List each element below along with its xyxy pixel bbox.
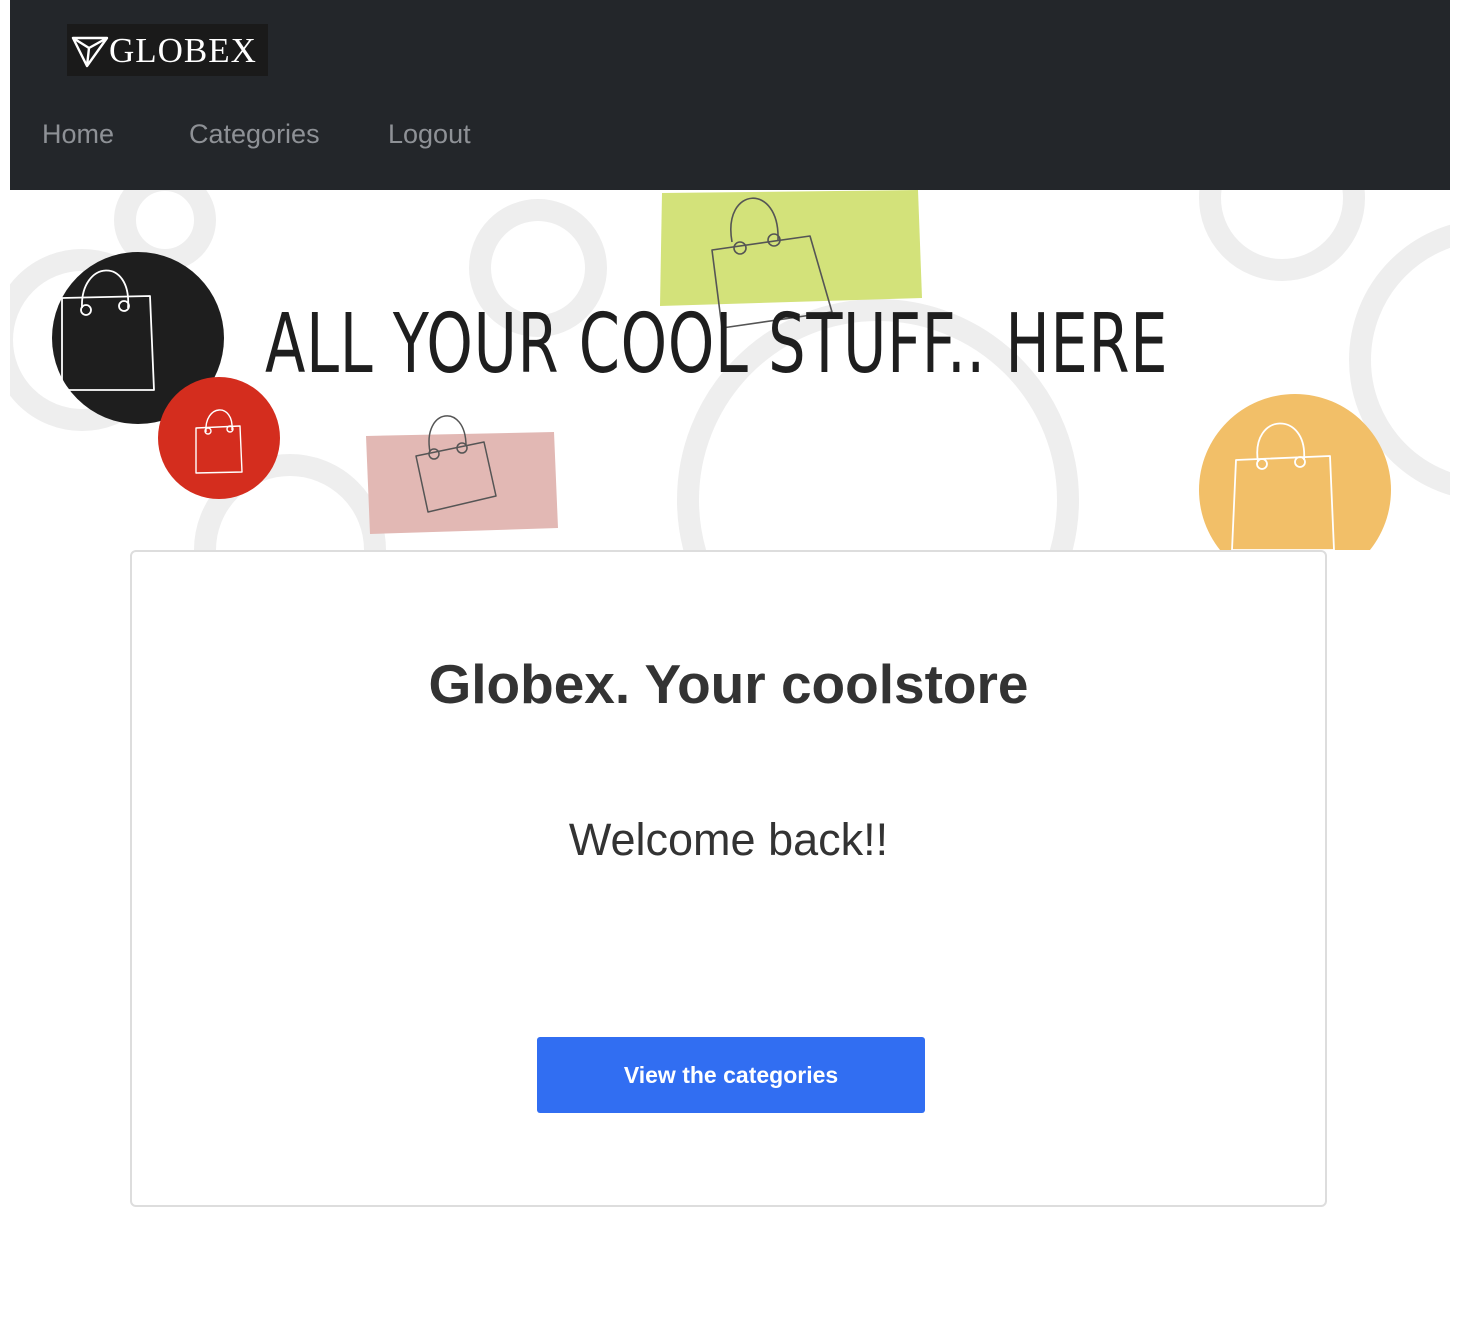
brand-logo[interactable]: GLOBEX	[67, 24, 268, 76]
top-navbar: GLOBEX Home Categories Logout	[10, 0, 1450, 190]
view-categories-button[interactable]: View the categories	[537, 1037, 925, 1113]
brand-name: GLOBEX	[109, 30, 257, 70]
hero-swatch-green	[660, 190, 922, 306]
paper-plane-icon	[71, 36, 109, 68]
hero-banner: ALL YOUR COOL STUFF.. HERE	[10, 190, 1450, 550]
nav-item-categories[interactable]: Categories	[189, 116, 320, 152]
nav-item-logout[interactable]: Logout	[388, 116, 471, 152]
hero-headline: ALL YOUR COOL STUFF.. HERE	[265, 297, 1169, 392]
hero-swatch-pink	[366, 432, 558, 534]
welcome-message: Welcome back!!	[568, 814, 889, 865]
hero-circle-red	[158, 377, 280, 499]
nav-item-home[interactable]: Home	[42, 116, 114, 152]
page-title: Globex. Your coolstore	[428, 653, 1029, 715]
welcome-card: Globex. Your coolstore Welcome back!! Vi…	[130, 550, 1327, 1207]
